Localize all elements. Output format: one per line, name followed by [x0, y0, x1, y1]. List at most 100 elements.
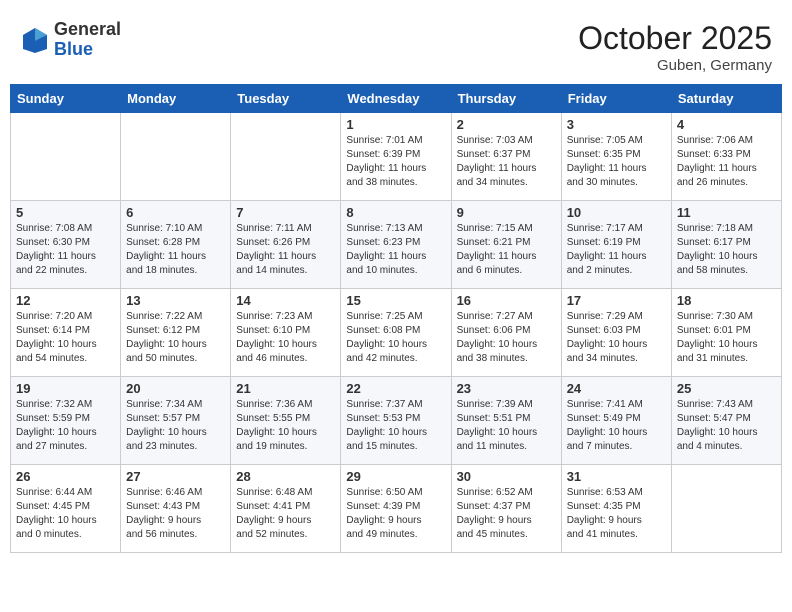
day-number: 31 — [567, 469, 666, 484]
day-info: Sunrise: 6:48 AM Sunset: 4:41 PM Dayligh… — [236, 486, 335, 542]
calendar-cell: 7 Sunrise: 7:11 AM Sunset: 6:26 PM Daylig… — [231, 201, 341, 289]
day-number: 21 — [236, 381, 335, 396]
day-number: 22 — [346, 381, 445, 396]
week-row-1: 1 Sunrise: 7:01 AM Sunset: 6:39 PM Daylig… — [11, 113, 782, 201]
calendar-cell: 14Sunrise: 7:23 AM Sunset: 6:10 PM Dayli… — [231, 289, 341, 377]
weekday-header-sunday: Sunday — [11, 85, 121, 113]
calendar-cell: 2Sunrise: 7:03 AM Sunset: 6:37 PM Daylig… — [451, 113, 561, 201]
day-info: Sunrise: 7:01 AM Sunset: 6:39 PM Dayligh… — [346, 134, 445, 190]
calendar-cell: 5 Sunrise: 7:08 AM Sunset: 6:30 PM Daylig… — [11, 201, 121, 289]
day-number: 30 — [457, 469, 556, 484]
calendar-header: General Blue October 2025 Guben, Germany — [10, 10, 782, 79]
calendar-cell: 11Sunrise: 7:18 AM Sunset: 6:17 PM Dayli… — [671, 201, 781, 289]
calendar-cell: 17Sunrise: 7:29 AM Sunset: 6:03 PM Dayli… — [561, 289, 671, 377]
calendar-cell — [231, 113, 341, 201]
calendar-cell — [121, 113, 231, 201]
calendar-cell — [11, 113, 121, 201]
day-info: Sunrise: 7:20 AM Sunset: 6:14 PM Dayligh… — [16, 310, 115, 366]
week-row-3: 12 Sunrise: 7:20 AM Sunset: 6:14 PM Dayli… — [11, 289, 782, 377]
calendar-cell: 9 Sunrise: 7:15 AM Sunset: 6:21 PM Daylig… — [451, 201, 561, 289]
day-info: Sunrise: 7:25 AM Sunset: 6:08 PM Dayligh… — [346, 310, 445, 366]
day-info: Sunrise: 7:39 AM Sunset: 5:51 PM Dayligh… — [457, 398, 556, 454]
week-row-5: 26Sunrise: 6:44 AM Sunset: 4:45 PM Dayli… — [11, 465, 782, 553]
day-info: Sunrise: 7:37 AM Sunset: 5:53 PM Dayligh… — [346, 398, 445, 454]
weekday-header-thursday: Thursday — [451, 85, 561, 113]
day-number: 7 — [236, 205, 335, 220]
weekday-header-friday: Friday — [561, 85, 671, 113]
day-info: Sunrise: 7:11 AM Sunset: 6:26 PM Dayligh… — [236, 222, 335, 278]
calendar-cell: 19 Sunrise: 7:32 AM Sunset: 5:59 PM Dayli… — [11, 377, 121, 465]
calendar-cell: 1 Sunrise: 7:01 AM Sunset: 6:39 PM Daylig… — [341, 113, 451, 201]
calendar-cell: 20 Sunrise: 7:34 AM Sunset: 5:57 PM Dayli… — [121, 377, 231, 465]
day-info: Sunrise: 7:13 AM Sunset: 6:23 PM Dayligh… — [346, 222, 445, 278]
calendar-cell: 25Sunrise: 7:43 AM Sunset: 5:47 PM Dayli… — [671, 377, 781, 465]
day-number: 18 — [677, 293, 776, 308]
day-number: 28 — [236, 469, 335, 484]
calendar-cell: 15 Sunrise: 7:25 AM Sunset: 6:08 PM Dayli… — [341, 289, 451, 377]
weekday-header-wednesday: Wednesday — [341, 85, 451, 113]
day-info: Sunrise: 7:17 AM Sunset: 6:19 PM Dayligh… — [567, 222, 666, 278]
day-number: 25 — [677, 381, 776, 396]
day-info: Sunrise: 6:44 AM Sunset: 4:45 PM Dayligh… — [16, 486, 115, 542]
logo-icon — [20, 25, 50, 55]
title-block: October 2025 Guben, Germany — [578, 20, 772, 74]
calendar-cell: 24Sunrise: 7:41 AM Sunset: 5:49 PM Dayli… — [561, 377, 671, 465]
day-number: 12 — [16, 293, 115, 308]
calendar-cell: 30 Sunrise: 6:52 AM Sunset: 4:37 PM Dayli… — [451, 465, 561, 553]
weekday-header-tuesday: Tuesday — [231, 85, 341, 113]
calendar-table: SundayMondayTuesdayWednesdayThursdayFrid… — [10, 84, 782, 553]
day-number: 19 — [16, 381, 115, 396]
calendar-cell — [671, 465, 781, 553]
day-info: Sunrise: 7:27 AM Sunset: 6:06 PM Dayligh… — [457, 310, 556, 366]
calendar-cell: 22 Sunrise: 7:37 AM Sunset: 5:53 PM Dayli… — [341, 377, 451, 465]
month-title: October 2025 — [578, 20, 772, 57]
day-number: 16 — [457, 293, 556, 308]
day-number: 9 — [457, 205, 556, 220]
day-info: Sunrise: 6:50 AM Sunset: 4:39 PM Dayligh… — [346, 486, 445, 542]
weekday-header-row: SundayMondayTuesdayWednesdayThursdayFrid… — [11, 85, 782, 113]
day-number: 1 — [346, 117, 445, 132]
day-number: 13 — [126, 293, 225, 308]
day-info: Sunrise: 6:52 AM Sunset: 4:37 PM Dayligh… — [457, 486, 556, 542]
logo-text: General Blue — [54, 20, 121, 60]
calendar-cell: 13 Sunrise: 7:22 AM Sunset: 6:12 PM Dayli… — [121, 289, 231, 377]
day-number: 3 — [567, 117, 666, 132]
calendar-cell: 16 Sunrise: 7:27 AM Sunset: 6:06 PM Dayli… — [451, 289, 561, 377]
day-info: Sunrise: 7:15 AM Sunset: 6:21 PM Dayligh… — [457, 222, 556, 278]
day-info: Sunrise: 7:29 AM Sunset: 6:03 PM Dayligh… — [567, 310, 666, 366]
day-info: Sunrise: 7:23 AM Sunset: 6:10 PM Dayligh… — [236, 310, 335, 366]
logo-blue: Blue — [54, 39, 93, 59]
day-number: 11 — [677, 205, 776, 220]
day-info: Sunrise: 7:06 AM Sunset: 6:33 PM Dayligh… — [677, 134, 776, 190]
day-info: Sunrise: 7:30 AM Sunset: 6:01 PM Dayligh… — [677, 310, 776, 366]
calendar-cell: 21Sunrise: 7:36 AM Sunset: 5:55 PM Dayli… — [231, 377, 341, 465]
day-info: Sunrise: 7:05 AM Sunset: 6:35 PM Dayligh… — [567, 134, 666, 190]
day-number: 15 — [346, 293, 445, 308]
day-number: 5 — [16, 205, 115, 220]
day-number: 27 — [126, 469, 225, 484]
day-info: Sunrise: 7:22 AM Sunset: 6:12 PM Dayligh… — [126, 310, 225, 366]
calendar-cell: 12 Sunrise: 7:20 AM Sunset: 6:14 PM Dayli… — [11, 289, 121, 377]
day-number: 8 — [346, 205, 445, 220]
week-row-4: 19 Sunrise: 7:32 AM Sunset: 5:59 PM Dayli… — [11, 377, 782, 465]
day-info: Sunrise: 7:10 AM Sunset: 6:28 PM Dayligh… — [126, 222, 225, 278]
weekday-header-monday: Monday — [121, 85, 231, 113]
day-info: Sunrise: 7:32 AM Sunset: 5:59 PM Dayligh… — [16, 398, 115, 454]
location-title: Guben, Germany — [578, 57, 772, 74]
calendar-cell: 26Sunrise: 6:44 AM Sunset: 4:45 PM Dayli… — [11, 465, 121, 553]
logo-general: General — [54, 19, 121, 39]
day-number: 4 — [677, 117, 776, 132]
calendar-cell: 8 Sunrise: 7:13 AM Sunset: 6:23 PM Daylig… — [341, 201, 451, 289]
calendar-cell: 31 Sunrise: 6:53 AM Sunset: 4:35 PM Dayli… — [561, 465, 671, 553]
day-info: Sunrise: 6:53 AM Sunset: 4:35 PM Dayligh… — [567, 486, 666, 542]
calendar-cell: 29Sunrise: 6:50 AM Sunset: 4:39 PM Dayli… — [341, 465, 451, 553]
day-info: Sunrise: 7:34 AM Sunset: 5:57 PM Dayligh… — [126, 398, 225, 454]
day-number: 6 — [126, 205, 225, 220]
day-number: 20 — [126, 381, 225, 396]
calendar-cell: 28 Sunrise: 6:48 AM Sunset: 4:41 PM Dayli… — [231, 465, 341, 553]
day-info: Sunrise: 6:46 AM Sunset: 4:43 PM Dayligh… — [126, 486, 225, 542]
calendar-cell: 3 Sunrise: 7:05 AM Sunset: 6:35 PM Daylig… — [561, 113, 671, 201]
day-info: Sunrise: 7:08 AM Sunset: 6:30 PM Dayligh… — [16, 222, 115, 278]
calendar-cell: 4 Sunrise: 7:06 AM Sunset: 6:33 PM Daylig… — [671, 113, 781, 201]
calendar-cell: 6 Sunrise: 7:10 AM Sunset: 6:28 PM Daylig… — [121, 201, 231, 289]
